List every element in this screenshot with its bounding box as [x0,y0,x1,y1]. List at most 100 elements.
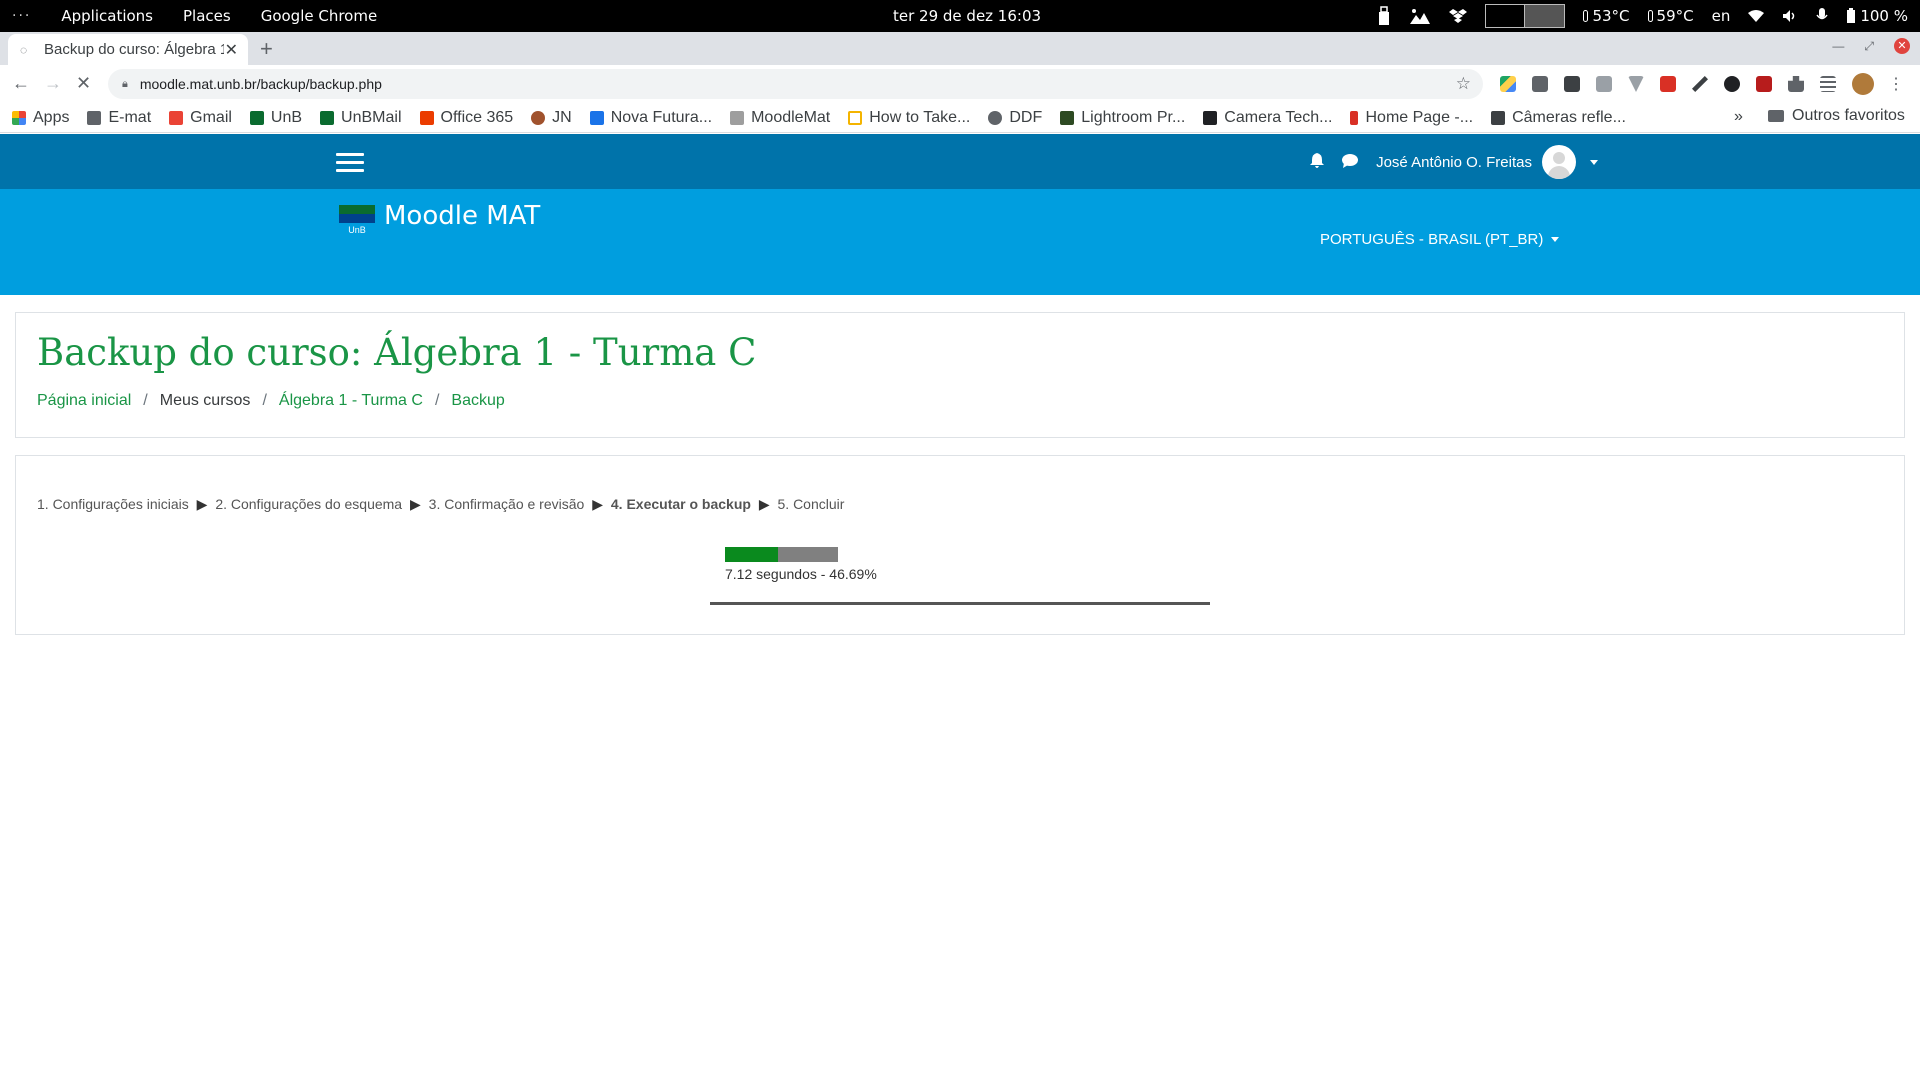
browser-toolbar: ← → ✕ 🔒︎ moodle.mat.unb.br/backup/backup… [0,65,1920,103]
close-tab-icon[interactable]: ✕ [225,40,238,60]
breadcrumb-home[interactable]: Página inicial [37,392,131,410]
unb-flag-icon [339,205,375,223]
minimize-icon[interactable]: — [1832,39,1844,53]
keyboard-extension-icon[interactable] [1564,76,1580,92]
stage-2: 2. Configurações do esquema [215,496,403,512]
screenshot-extension-icon[interactable] [1532,76,1548,92]
workspace-switcher[interactable] [1485,4,1566,28]
usb-icon[interactable] [1377,6,1391,26]
moodlemat-icon [730,110,745,125]
bookmark-apps[interactable]: Apps [12,109,69,127]
gmail-icon [169,110,184,125]
volume-icon[interactable] [1782,9,1798,23]
bookmark-nova-futura[interactable]: Nova Futura... [589,109,712,127]
loading-icon: ◌ [20,42,28,57]
bookmark-cameras-reflex[interactable]: Câmeras refle... [1491,109,1626,127]
nova-futura-icon [589,110,604,125]
extensions-puzzle-icon[interactable] [1788,76,1804,92]
vivaldi-extension-icon[interactable] [1628,76,1644,92]
unb-logo[interactable]: UnB [339,205,375,235]
bookmarks-bar: Apps E-mat Gmail UnB UnBMail Office 365 … [0,103,1920,133]
ddf-icon [988,110,1003,125]
notifications-bell-icon[interactable] [1310,153,1325,171]
close-window-icon[interactable]: ✕ [1894,38,1910,54]
system-top-bar: ··· Applications Places Google Chrome te… [0,0,1920,32]
bookmark-office-365[interactable]: Office 365 [419,109,513,127]
cpu-temperature: 53°C [1583,7,1630,25]
keyboard-layout-indicator[interactable]: en [1712,7,1731,25]
language-selector[interactable]: PORTUGUÊS - BRASIL (PT_BR) [1320,231,1560,248]
tab-strip: ◌ Backup do curso: Álgebra 1 - Turma C ✕… [0,32,1920,65]
breadcrumb-course[interactable]: Álgebra 1 - Turma C [279,392,423,410]
stage-1: 1. Configurações iniciais [37,496,189,512]
bookmark-lightroom[interactable]: Lightroom Pr... [1060,109,1185,127]
bookmark-star-icon[interactable]: ☆ [1456,74,1471,94]
bookmark-gmail[interactable]: Gmail [169,109,232,127]
new-tab-button[interactable]: + [260,36,273,62]
chrome-menu-icon[interactable]: ⋮ [1888,74,1904,94]
bookmark-e-mat[interactable]: E-mat [87,109,151,127]
backup-stage-indicator: 1. Configurações iniciais ▶ 2. Configura… [37,496,844,513]
battery-indicator[interactable]: 100 % [1846,7,1908,25]
folder-icon [1768,110,1784,122]
lightroom-icon [1060,110,1075,125]
zotero-extension-icon[interactable] [1724,76,1740,92]
hamburger-menu-icon[interactable] [336,153,364,173]
clock[interactable]: ter 29 de dez 16:03 [893,0,1041,32]
app-menu-google-chrome[interactable]: Google Chrome [261,7,378,25]
url-text[interactable]: moodle.mat.unb.br/backup/backup.php [140,76,382,92]
bookmark-unbmail[interactable]: UnBMail [320,109,402,127]
unb-icon [249,110,264,125]
how-to-take-icon [848,110,863,125]
unbmail-icon [320,110,335,125]
bookmark-jn[interactable]: JN [531,109,572,127]
breadcrumb-my-courses: Meus cursos [159,392,251,409]
forward-arrow-icon[interactable]: → [44,73,62,94]
bookmark-unb[interactable]: UnB [249,109,302,127]
more-bookmarks-chevron-icon[interactable]: » [1734,108,1743,126]
back-arrow-icon[interactable]: ← [12,73,30,94]
profile-avatar[interactable] [1852,73,1874,95]
stage-arrow-icon: ▶ [410,496,421,512]
breadcrumb-backup[interactable]: Backup [451,392,504,410]
thermometer-icon [1647,10,1653,22]
wifi-icon[interactable] [1748,9,1765,23]
battery-icon [1847,8,1856,23]
reading-list-icon[interactable] [1820,76,1836,92]
user-name[interactable]: José Antônio O. Freitas [1376,154,1532,171]
bookmark-ddf[interactable]: DDF [988,109,1042,127]
color-picker-extension-icon[interactable] [1692,76,1708,92]
places-menu[interactable]: Places [183,7,231,25]
ublock-extension-icon[interactable] [1756,76,1772,92]
dropbox-icon[interactable] [1449,8,1468,24]
stage-arrow-icon: ▶ [592,496,603,512]
messages-chat-icon[interactable] [1342,153,1359,171]
image-viewer-icon[interactable] [1409,7,1431,25]
lock-icon[interactable]: 🔒︎ [122,78,128,91]
google-drive-extension-icon[interactable] [1500,76,1516,92]
browser-tab[interactable]: ◌ Backup do curso: Álgebra 1 - Turma C ✕ [8,34,248,65]
user-menu-caret-icon[interactable] [1590,159,1598,165]
breadcrumb-separator: / [434,392,440,409]
backup-progress-fill [725,547,778,562]
home-page-icon [1350,110,1359,125]
stop-loading-icon[interactable]: ✕ [76,73,91,94]
activities-button[interactable]: ··· [12,8,31,24]
applications-menu[interactable]: Applications [61,7,153,25]
dropbox-extension-icon[interactable] [1596,76,1612,92]
other-bookmarks-folder[interactable]: Outros favoritos [1768,107,1905,125]
office-365-icon [419,110,434,125]
tab-title: Backup do curso: Álgebra 1 - Turma C [44,41,224,58]
address-bar[interactable]: 🔒︎ moodle.mat.unb.br/backup/backup.php ☆ [108,69,1483,99]
bookmark-moodlemat[interactable]: MoodleMat [730,109,830,127]
maximize-icon[interactable]: ⤢ [1864,39,1874,54]
microphone-icon[interactable] [1816,8,1828,24]
bookmark-how-to-take[interactable]: How to Take... [848,109,970,127]
pdf-extension-icon[interactable] [1660,76,1676,92]
site-name[interactable]: Moodle MAT [384,201,540,231]
user-avatar[interactable] [1542,145,1576,179]
bookmark-home-page[interactable]: Home Page -... [1350,109,1473,127]
moodle-navbar: José Antônio O. Freitas [0,134,1920,189]
gpu-temperature: 59°C [1647,7,1694,25]
bookmark-camera-tech[interactable]: Camera Tech... [1203,109,1332,127]
